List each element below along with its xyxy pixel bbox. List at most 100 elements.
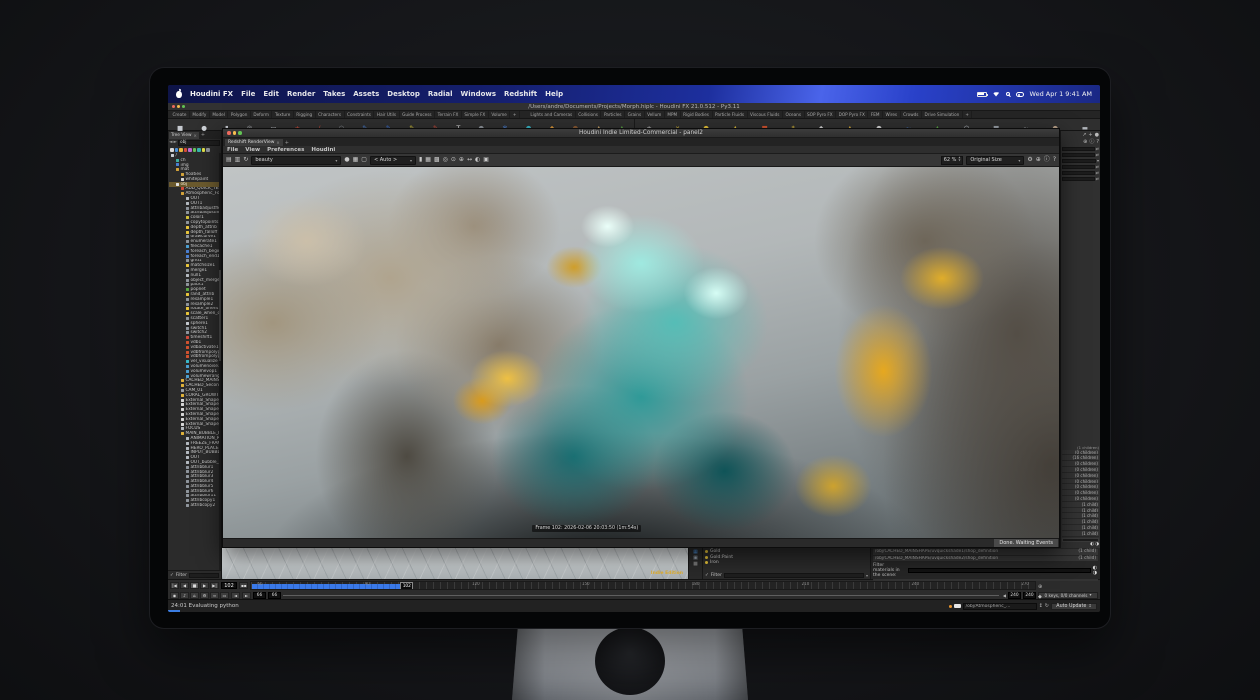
renderview-tool-icon[interactable]: ↔ xyxy=(467,157,472,163)
render-image[interactable]: Frame 102: 2026-02-06 20:03:50 (1m:54s) xyxy=(223,167,1059,538)
flag-swatch[interactable] xyxy=(179,148,183,152)
refresh-icon[interactable]: ↻ xyxy=(1045,604,1049,609)
current-node-path-field[interactable]: /obj/Atmospheric_... xyxy=(963,603,1037,610)
param-field[interactable]: ⇄ xyxy=(1062,153,1099,157)
sliver-icon[interactable]: ⊕ xyxy=(1083,140,1087,145)
next-key-icon[interactable]: ► xyxy=(242,592,251,599)
notification-dot-icon[interactable] xyxy=(949,605,952,608)
stepper-icon[interactable]: ▲▼ xyxy=(958,157,960,163)
renderview-tool-icon[interactable]: ▦ xyxy=(353,157,359,163)
shelf-tab[interactable]: Grains xyxy=(625,111,645,118)
playbar-toggle-icon[interactable]: ▭ xyxy=(220,592,229,599)
shelf-tab[interactable]: + xyxy=(510,111,520,118)
param-field[interactable]: ⇄ xyxy=(1062,177,1099,181)
renderview-tool-icon[interactable]: ◎ xyxy=(443,157,448,163)
renderview-tool-icon[interactable]: ⊕ xyxy=(459,157,464,163)
material-item[interactable]: Iron xyxy=(705,560,868,566)
menu-item[interactable]: Radial xyxy=(428,90,453,98)
flag-swatch[interactable] xyxy=(188,148,192,152)
network-row-child-count[interactable]: (1 child) xyxy=(1062,531,1099,537)
sliver-icon[interactable]: ? xyxy=(1096,140,1099,145)
close-icon[interactable] xyxy=(227,131,231,135)
swap-icon[interactable]: ⇄ xyxy=(1096,177,1099,181)
menu-item[interactable]: Assets xyxy=(353,90,379,98)
menu-item[interactable]: Windows xyxy=(460,90,496,98)
tree-filter-field[interactable] xyxy=(189,573,219,578)
zoom-window-icon[interactable] xyxy=(238,131,242,135)
auto-update-select[interactable]: Auto Update ↕ xyxy=(1051,603,1097,610)
transport-button[interactable]: |◀ xyxy=(170,582,179,589)
param-field[interactable]: ▾ xyxy=(1062,159,1099,163)
houdini-titlebar[interactable]: /Users/andre/Documents/Projects/Morph.hi… xyxy=(168,103,1100,111)
shop-row[interactable]: /obj/CACHED_MAINSHAPE/uvquickshade1/shop… xyxy=(873,549,1098,555)
range-start-field[interactable]: 66 xyxy=(253,592,266,599)
range-slider[interactable] xyxy=(283,592,1001,599)
renderview-tool-icon[interactable]: ▥ xyxy=(235,157,241,163)
menu-item[interactable]: Desktop xyxy=(387,90,420,98)
forward-icon[interactable]: ► xyxy=(173,141,176,146)
shop-row[interactable]: /obj/CACHED_MAINSHAPE/uvquickshade2/shop… xyxy=(873,556,1098,562)
checkmark-icon[interactable]: ✓ xyxy=(170,573,174,578)
playbar-toggle-icon[interactable]: ⌂ xyxy=(190,592,199,599)
tab-redshift-renderview[interactable]: Redshift RenderView × xyxy=(225,139,283,146)
control-center-icon[interactable] xyxy=(1016,92,1024,97)
renderview-tool-icon[interactable]: ↻ xyxy=(243,157,248,163)
updown-icon[interactable]: ↕ xyxy=(1039,604,1043,609)
renderview-tool-icon[interactable]: ⚙ xyxy=(1027,157,1032,163)
swap-icon[interactable]: ⇄ xyxy=(1096,165,1099,169)
shelf-tab[interactable]: Particle Fluids xyxy=(713,111,748,118)
close-tab-icon[interactable]: × xyxy=(276,139,279,146)
renderview-tool-icon[interactable]: ? xyxy=(1053,157,1056,163)
tree-path-field[interactable]: obj xyxy=(178,140,220,146)
renderview-menu-item[interactable]: Preferences xyxy=(267,147,304,153)
menu-item[interactable]: Redshift xyxy=(504,90,537,98)
shelf-tab[interactable]: Simple FX xyxy=(462,111,489,118)
flag-swatch[interactable] xyxy=(193,148,197,152)
shelf-tab[interactable]: Guide Process xyxy=(400,111,436,118)
swap-icon[interactable]: ⇄ xyxy=(1096,147,1099,151)
viewport-icon[interactable]: ■ xyxy=(693,562,698,567)
auto-select[interactable]: < Auto > ▾ xyxy=(370,156,416,165)
sliver-icon[interactable]: + xyxy=(1088,133,1092,138)
display-size-select[interactable]: Original Size ▾ xyxy=(966,156,1024,165)
renderview-tool-icon[interactable]: ● xyxy=(344,157,349,163)
tab-tree-view[interactable]: Tree View × xyxy=(169,132,199,139)
menu-item[interactable]: Edit xyxy=(263,90,279,98)
battery-icon[interactable] xyxy=(977,92,987,97)
sliver-icon[interactable]: ⓘ xyxy=(1089,140,1094,145)
renderview-menu-item[interactable]: Houdini xyxy=(311,147,335,153)
transport-button[interactable]: ■ xyxy=(190,582,199,589)
app-menu[interactable]: Houdini FX xyxy=(190,90,233,98)
full-shade-icon[interactable]: ◑ xyxy=(1095,543,1099,548)
transport-button[interactable]: ▶ xyxy=(200,582,209,589)
zoom-level-stepper[interactable]: 62 % ▲▼ xyxy=(941,156,964,165)
renderview-menu-item[interactable]: View xyxy=(245,147,260,153)
renderview-tool-icon[interactable]: ▮ xyxy=(419,157,422,163)
transport-button[interactable]: ◀ xyxy=(180,582,189,589)
current-frame-field[interactable]: 102 xyxy=(221,582,237,589)
minimize-icon[interactable] xyxy=(177,105,180,108)
playbar-toggle-icon[interactable]: ≈ xyxy=(210,592,219,599)
apple-menu-icon[interactable] xyxy=(176,91,182,98)
flag-swatch[interactable] xyxy=(184,148,188,152)
param-field[interactable]: ⇄ xyxy=(1062,165,1099,169)
add-tab-icon[interactable]: + xyxy=(201,132,205,138)
shelf-tab[interactable]: Constraints xyxy=(345,111,375,118)
tree-scrollbar[interactable] xyxy=(219,153,221,570)
renderview-titlebar[interactable]: Houdini Indie Limited-Commercial - panel… xyxy=(223,129,1059,138)
range-start2-field[interactable]: 66 xyxy=(268,592,281,599)
checkmark-icon[interactable]: ✓ xyxy=(705,573,709,578)
swap-icon[interactable]: ⇄ xyxy=(1096,153,1099,157)
renderview-tool-icon[interactable]: ▣ xyxy=(483,157,489,163)
menubar-clock[interactable]: Wed Apr 1 9:41 AM xyxy=(1030,90,1092,98)
swap-icon[interactable]: ⇄ xyxy=(1096,171,1099,175)
material-filter-field[interactable] xyxy=(724,573,864,578)
scene-viewport-sliver[interactable]: Indie Edition xyxy=(222,548,688,579)
close-tab-icon[interactable]: × xyxy=(194,132,197,139)
minimize-icon[interactable] xyxy=(233,131,237,135)
menu-item[interactable]: Render xyxy=(287,90,315,98)
shelf-tab[interactable]: Deform xyxy=(251,111,273,118)
menu-item[interactable]: File xyxy=(241,90,255,98)
sliver-icon[interactable]: ● xyxy=(1095,133,1099,138)
shelf-tab[interactable]: Wires xyxy=(883,111,901,118)
